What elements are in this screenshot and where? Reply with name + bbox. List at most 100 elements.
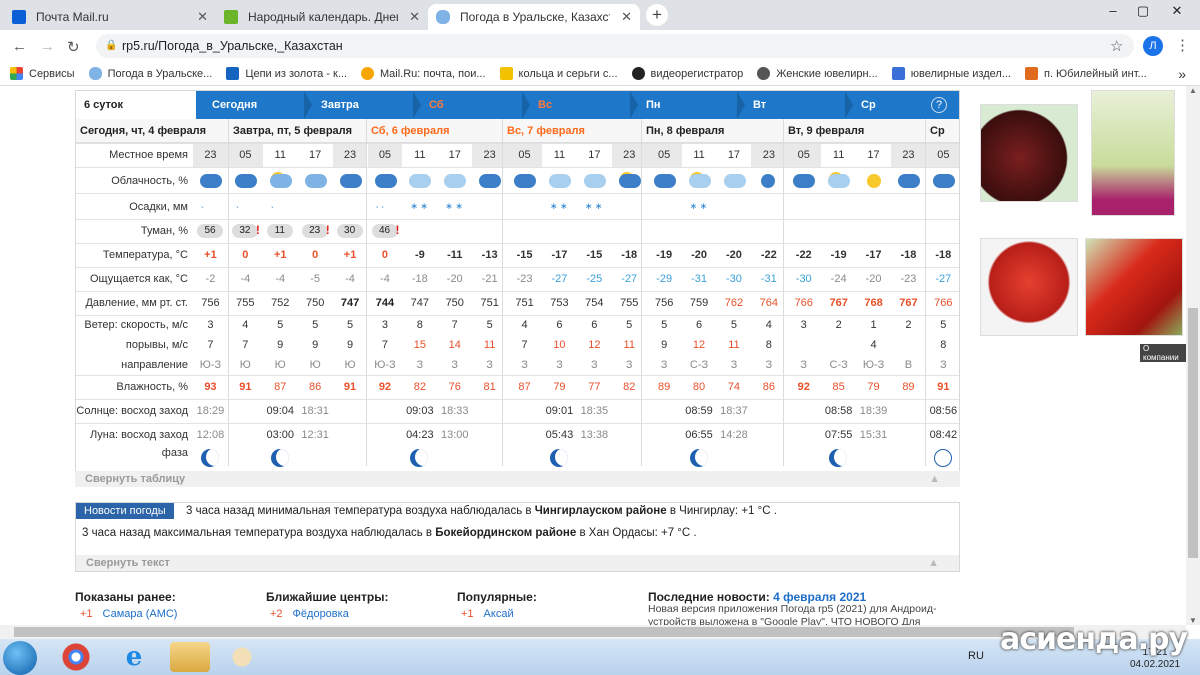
cloud-icon: [88, 67, 102, 80]
tab-weather[interactable]: Погода в Уральске, Казахстан - ✕: [428, 4, 640, 30]
day-header: Пн, 8 февраля: [641, 119, 783, 143]
temp-cell: +1: [204, 249, 217, 261]
back-icon[interactable]: ←: [12, 38, 27, 55]
pressure-cell: 766: [934, 297, 953, 309]
direction-cell: В: [904, 359, 913, 371]
footer-shown-link[interactable]: +1 Самара (АМС): [80, 608, 177, 620]
footer-latest-date[interactable]: 4 февраля 2021: [773, 590, 866, 604]
collapse-text-button[interactable]: Свернуть текст ▲: [76, 555, 959, 571]
scroll-down-icon[interactable]: ▼: [1189, 616, 1197, 625]
start-button[interactable]: [3, 641, 37, 675]
tab-mail[interactable]: Почта Mail.ru ✕: [4, 4, 216, 30]
watermark: асиенда.ру: [1000, 622, 1188, 657]
bookmark-item[interactable]: ювелирные издел...: [891, 67, 1011, 80]
direction-cell: Ю-З: [862, 359, 885, 371]
bookmark-item[interactable]: Цепи из золота - к...: [226, 67, 347, 80]
scroll-thumb[interactable]: [14, 627, 1074, 637]
help-icon[interactable]: ?: [931, 97, 947, 113]
cloud-icon: [932, 174, 955, 188]
maximize-button[interactable]: ▢: [1128, 0, 1158, 22]
ad-tomato-long[interactable]: [1085, 238, 1183, 336]
pressure-cell: 754: [585, 297, 604, 309]
mail-icon: [12, 10, 26, 24]
tab-tue[interactable]: Вт: [745, 91, 845, 119]
humidity-cell: 91: [343, 381, 357, 393]
label-feels: Ощущается как, °C: [89, 273, 188, 285]
gusts-cell: 8: [940, 339, 947, 351]
cloud-icon: [828, 174, 851, 188]
moonset-cell: 12:31: [301, 429, 329, 441]
wind-cell: 3: [800, 319, 807, 331]
star-icon[interactable]: ☆: [1110, 37, 1123, 55]
direction-cell: З: [765, 359, 773, 371]
label-precip: Осадки, мм: [129, 201, 188, 213]
vertical-scrollbar[interactable]: ▲ ▼: [1186, 86, 1200, 625]
footer-popular-link[interactable]: +1 Аксай: [461, 608, 514, 620]
url-input[interactable]: 🔒 rp5.ru/Погода_в_Уральске,_Казахстан: [96, 34, 1134, 58]
bookmark-item[interactable]: Mail.Ru: почта, пои...: [361, 67, 486, 80]
direction-cell: З: [800, 359, 808, 371]
direction-cell: Ю-З: [199, 359, 222, 371]
bookmark-item[interactable]: видеорегистратор: [631, 67, 743, 80]
language-indicator[interactable]: RU: [968, 650, 984, 662]
avatar[interactable]: Л: [1143, 36, 1163, 56]
ad-company-link[interactable]: О компании: [1140, 344, 1186, 362]
ad-tomato-dark[interactable]: [980, 104, 1078, 202]
wind-cell: 4: [521, 319, 528, 331]
close-window-button[interactable]: ✕: [1162, 0, 1192, 22]
sunrise-cell: 08:56: [929, 405, 958, 417]
folder-icon[interactable]: [170, 642, 210, 672]
gusts-cell: 8: [765, 339, 772, 351]
news-link[interactable]: Чингирлауском районе: [535, 505, 667, 517]
close-icon[interactable]: ✕: [197, 9, 208, 25]
close-icon[interactable]: ✕: [621, 9, 632, 25]
tab-tomorrow[interactable]: Завтра: [313, 91, 413, 119]
chrome-icon[interactable]: [56, 642, 96, 672]
ad-tomato-yellow[interactable]: [1091, 90, 1175, 216]
menu-icon[interactable]: ⋮: [1175, 36, 1190, 54]
scroll-up-icon[interactable]: ▲: [1189, 86, 1197, 95]
snow-icon: ∗ ∗: [410, 201, 428, 211]
cloud-icon: [514, 174, 537, 188]
pressure-cell: 750: [305, 297, 325, 309]
tab-calendar[interactable]: Народный календарь. Дневник ✕: [216, 4, 428, 30]
humidity-cell: 81: [483, 381, 496, 393]
pressure-cell: 751: [515, 297, 534, 309]
pressure-cell: 752: [271, 297, 290, 309]
wind-cell: 3: [207, 319, 214, 331]
collapse-table-button[interactable]: Свернуть таблицу ▲: [75, 471, 960, 487]
scroll-thumb[interactable]: [1188, 308, 1198, 558]
paint-icon[interactable]: [224, 642, 264, 672]
news-badge: Новости погоды: [76, 503, 174, 519]
day-divider: [641, 119, 642, 466]
tab-sat[interactable]: Сб: [421, 91, 521, 119]
label-pressure: Давление, мм рт. ст.: [85, 297, 188, 309]
news-link[interactable]: Бокейординском районе: [435, 527, 576, 539]
close-icon[interactable]: ✕: [409, 9, 420, 25]
bookmark-item[interactable]: п. Юбилейный инт...: [1024, 67, 1147, 80]
footer-nearest-link[interactable]: +2 Фёдоровка: [270, 608, 349, 620]
tab-sun[interactable]: Вс: [530, 91, 630, 119]
k-icon: [226, 67, 240, 80]
ad-tomato-red[interactable]: [980, 238, 1078, 336]
minimize-button[interactable]: –: [1098, 0, 1128, 22]
forward-icon[interactable]: →: [40, 38, 55, 55]
row-divider: [76, 423, 959, 424]
feels-cell: -29: [656, 273, 673, 285]
tab-6-days[interactable]: 6 суток: [76, 91, 196, 119]
tab-today[interactable]: Сегодня: [204, 91, 304, 119]
temp-cell: -17: [551, 249, 568, 261]
tab-mon[interactable]: Пн: [638, 91, 738, 119]
new-tab-button[interactable]: +: [646, 4, 668, 26]
bookmark-item[interactable]: кольца и серьги с...: [499, 67, 618, 80]
feels-cell: -4: [240, 273, 251, 285]
bookmark-item[interactable]: Женские ювелирн...: [757, 67, 878, 80]
ie-icon[interactable]: e: [114, 642, 154, 672]
bookmark-item[interactable]: Погода в Уральске...: [88, 67, 212, 80]
more-bookmarks-button[interactable]: »: [1178, 66, 1186, 82]
time-cell: 23: [204, 149, 217, 161]
bookmark-services[interactable]: Сервисы: [10, 67, 75, 80]
reload-icon[interactable]: ↻: [67, 38, 80, 56]
day-divider: [366, 119, 367, 466]
sun-icon: [867, 174, 882, 188]
